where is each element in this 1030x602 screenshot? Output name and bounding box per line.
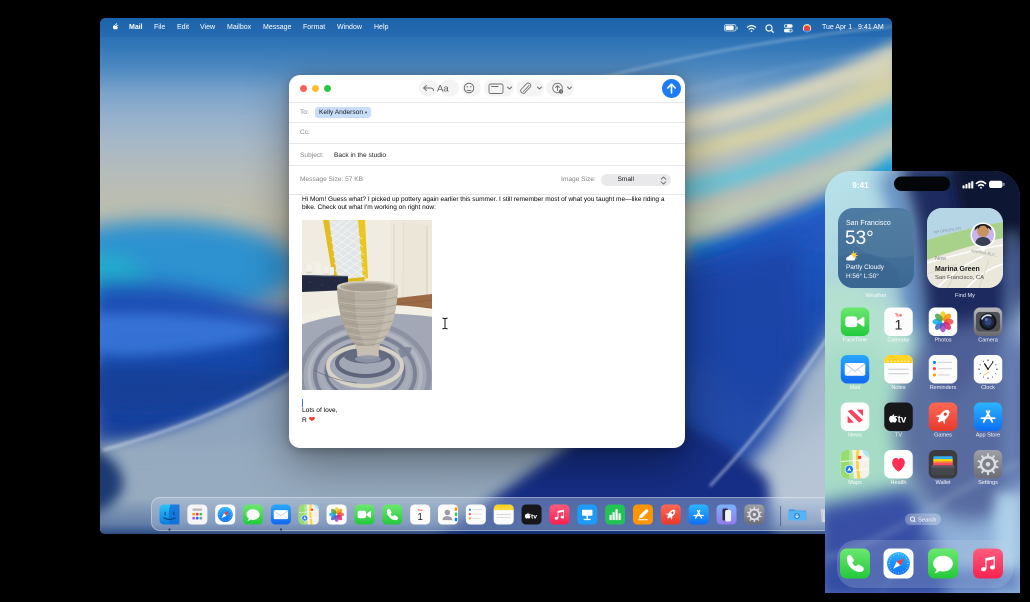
svg-text:53°: 53° bbox=[845, 228, 874, 249]
svg-text:San Francisco, CA: San Francisco, CA bbox=[935, 275, 984, 281]
svg-text:9:41: 9:41 bbox=[852, 181, 869, 190]
svg-text:Marina Green: Marina Green bbox=[935, 266, 980, 273]
svg-text:Tue: Tue bbox=[895, 313, 903, 318]
svg-text:Games: Games bbox=[934, 433, 952, 439]
svg-text:Weather: Weather bbox=[865, 293, 886, 299]
svg-text:Mail: Mail bbox=[850, 385, 860, 391]
svg-text:Tue: Tue bbox=[417, 507, 422, 511]
svg-text:Settings: Settings bbox=[978, 480, 998, 486]
svg-text:Photos: Photos bbox=[934, 338, 951, 344]
svg-text:App Store: App Store bbox=[976, 433, 1000, 439]
svg-text:TV: TV bbox=[895, 433, 902, 439]
svg-text:H:56° L:50°: H:56° L:50° bbox=[846, 272, 879, 280]
svg-text:1: 1 bbox=[417, 512, 423, 523]
svg-text:Health: Health bbox=[891, 480, 907, 486]
svg-text:Clock: Clock bbox=[981, 385, 995, 391]
svg-text:San Francisco: San Francisco bbox=[846, 220, 891, 227]
svg-text:tv: tv bbox=[530, 513, 536, 520]
svg-text:Notes: Notes bbox=[891, 385, 906, 391]
svg-text:Calendar: Calendar bbox=[887, 338, 909, 344]
svg-text:Aa: Aa bbox=[437, 84, 449, 95]
svg-text:Find My: Find My bbox=[955, 293, 975, 299]
svg-text:1: 1 bbox=[895, 318, 903, 334]
svg-text:Wallet: Wallet bbox=[935, 480, 951, 486]
svg-text:FaceTime: FaceTime bbox=[843, 338, 867, 344]
svg-text:Camera: Camera bbox=[978, 338, 999, 344]
svg-text:Partly Cloudy: Partly Cloudy bbox=[846, 264, 885, 271]
svg-text:News: News bbox=[848, 433, 862, 439]
svg-text:tv: tv bbox=[898, 414, 907, 425]
svg-text:Now: Now bbox=[935, 256, 947, 262]
svg-text:+: + bbox=[560, 89, 563, 94]
svg-text:Search: Search bbox=[918, 518, 936, 524]
svg-text:Reminders: Reminders bbox=[930, 385, 957, 391]
svg-text:Maps: Maps bbox=[848, 480, 862, 486]
